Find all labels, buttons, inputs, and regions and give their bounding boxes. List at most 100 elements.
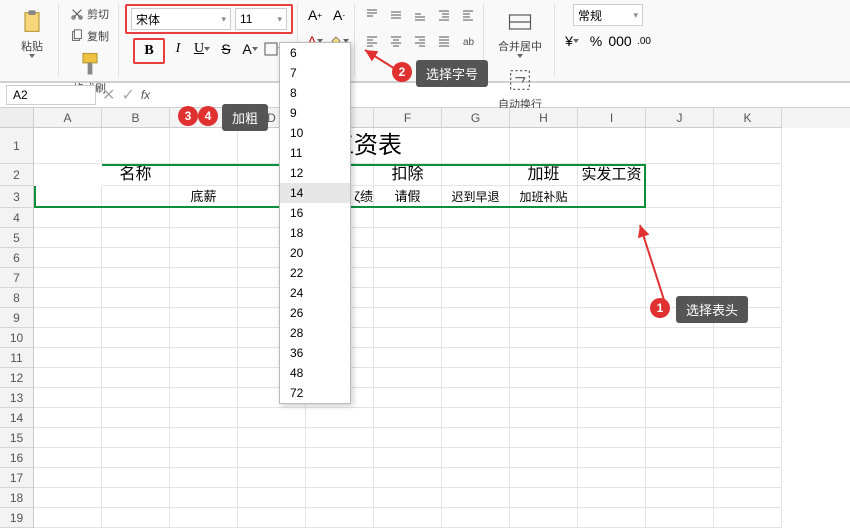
percent-button[interactable]: %: [585, 30, 607, 52]
row-header[interactable]: 12: [0, 368, 34, 388]
row-header[interactable]: 15: [0, 428, 34, 448]
cell[interactable]: [102, 186, 170, 208]
cell[interactable]: [578, 128, 646, 164]
increase-font-button[interactable]: A+: [304, 4, 326, 26]
currency-button[interactable]: ¥: [561, 30, 583, 52]
size-option[interactable]: 11: [280, 143, 350, 163]
size-option[interactable]: 14: [280, 183, 350, 203]
cell[interactable]: 加班: [510, 164, 578, 186]
row-header[interactable]: 9: [0, 308, 34, 328]
size-option[interactable]: 7: [280, 63, 350, 83]
justify-button[interactable]: [433, 30, 455, 52]
align-middle-button[interactable]: [385, 4, 407, 26]
col-header[interactable]: K: [714, 108, 782, 128]
cell[interactable]: [34, 128, 102, 164]
underline-button[interactable]: U: [191, 38, 213, 60]
font-size-dropdown[interactable]: 6 7 8 9 10 11 12 14 16 18 20 22 24 26 28…: [279, 42, 351, 404]
cell[interactable]: [102, 128, 170, 164]
row-header[interactable]: 3: [0, 186, 34, 208]
cell[interactable]: [646, 128, 714, 164]
cell[interactable]: [714, 128, 782, 164]
size-option[interactable]: 16: [280, 203, 350, 223]
size-option[interactable]: 8: [280, 83, 350, 103]
col-header[interactable]: F: [374, 108, 442, 128]
cell[interactable]: 底薪: [170, 186, 238, 208]
cell[interactable]: [442, 128, 510, 164]
cell[interactable]: [442, 164, 510, 186]
font-effect-button[interactable]: A: [239, 38, 261, 60]
row-header[interactable]: 11: [0, 348, 34, 368]
cell[interactable]: 加班补贴: [510, 186, 578, 208]
cell[interactable]: [646, 186, 714, 208]
cell[interactable]: [34, 186, 102, 208]
size-option[interactable]: 36: [280, 343, 350, 363]
cell[interactable]: [714, 164, 782, 186]
col-header[interactable]: I: [578, 108, 646, 128]
row-header[interactable]: 5: [0, 228, 34, 248]
row-header[interactable]: 17: [0, 468, 34, 488]
font-name-select[interactable]: 宋体 ▾: [131, 8, 231, 30]
size-option[interactable]: 26: [280, 303, 350, 323]
copy-button[interactable]: 复制: [66, 26, 113, 46]
cell[interactable]: 名称: [102, 164, 170, 186]
size-option[interactable]: 72: [280, 383, 350, 403]
decrease-indent-button[interactable]: [433, 4, 455, 26]
size-option[interactable]: 18: [280, 223, 350, 243]
row-header[interactable]: 18: [0, 488, 34, 508]
align-center-button[interactable]: [385, 30, 407, 52]
align-right-button[interactable]: [409, 30, 431, 52]
fx-icon[interactable]: fx: [141, 88, 150, 102]
cell[interactable]: [170, 128, 238, 164]
row-header[interactable]: 8: [0, 288, 34, 308]
cell[interactable]: 实发工资: [578, 164, 646, 186]
col-header[interactable]: H: [510, 108, 578, 128]
row-header[interactable]: 6: [0, 248, 34, 268]
size-option[interactable]: 6: [280, 43, 350, 63]
align-bottom-button[interactable]: [409, 4, 431, 26]
size-option[interactable]: 24: [280, 283, 350, 303]
cell[interactable]: [578, 186, 646, 208]
row-header[interactable]: 19: [0, 508, 34, 528]
italic-button[interactable]: I: [167, 38, 189, 60]
strikethrough-button[interactable]: S: [215, 38, 237, 60]
cell[interactable]: [510, 128, 578, 164]
cut-button[interactable]: 剪切: [66, 4, 113, 24]
align-top-button[interactable]: [361, 4, 383, 26]
row-header[interactable]: 10: [0, 328, 34, 348]
col-header[interactable]: A: [34, 108, 102, 128]
size-option[interactable]: 10: [280, 123, 350, 143]
col-header[interactable]: J: [646, 108, 714, 128]
cell[interactable]: 迟到早退: [442, 186, 510, 208]
orientation-button[interactable]: ab: [457, 30, 479, 52]
cell[interactable]: [714, 186, 782, 208]
size-option[interactable]: 28: [280, 323, 350, 343]
decrease-font-button[interactable]: A-: [328, 4, 350, 26]
align-left-button[interactable]: [361, 30, 383, 52]
increase-indent-button[interactable]: [457, 4, 479, 26]
size-option[interactable]: 22: [280, 263, 350, 283]
size-option[interactable]: 9: [280, 103, 350, 123]
increase-decimal-button[interactable]: .00: [633, 30, 655, 52]
row-header[interactable]: 7: [0, 268, 34, 288]
row-header[interactable]: 16: [0, 448, 34, 468]
select-all-corner[interactable]: [0, 108, 34, 128]
size-option[interactable]: 12: [280, 163, 350, 183]
font-size-select[interactable]: 11 ▾: [235, 8, 287, 30]
comma-button[interactable]: 000: [609, 30, 631, 52]
row-header[interactable]: 2: [0, 164, 34, 186]
row-header[interactable]: 13: [0, 388, 34, 408]
cell[interactable]: [374, 128, 442, 164]
paste-button[interactable]: 粘贴: [10, 4, 54, 62]
cell[interactable]: 工号: [34, 164, 102, 186]
cell[interactable]: 扣除: [374, 164, 442, 186]
merge-center-button[interactable]: 合并居中: [490, 4, 550, 62]
cell[interactable]: [646, 164, 714, 186]
row-header[interactable]: 4: [0, 208, 34, 228]
cell[interactable]: [170, 164, 238, 186]
size-option[interactable]: 48: [280, 363, 350, 383]
col-header[interactable]: G: [442, 108, 510, 128]
row-header[interactable]: 14: [0, 408, 34, 428]
fx-confirm-icon[interactable]: ✓: [121, 85, 134, 105]
fx-cancel-icon[interactable]: ✕: [102, 85, 115, 105]
row-header[interactable]: 1: [0, 128, 34, 164]
